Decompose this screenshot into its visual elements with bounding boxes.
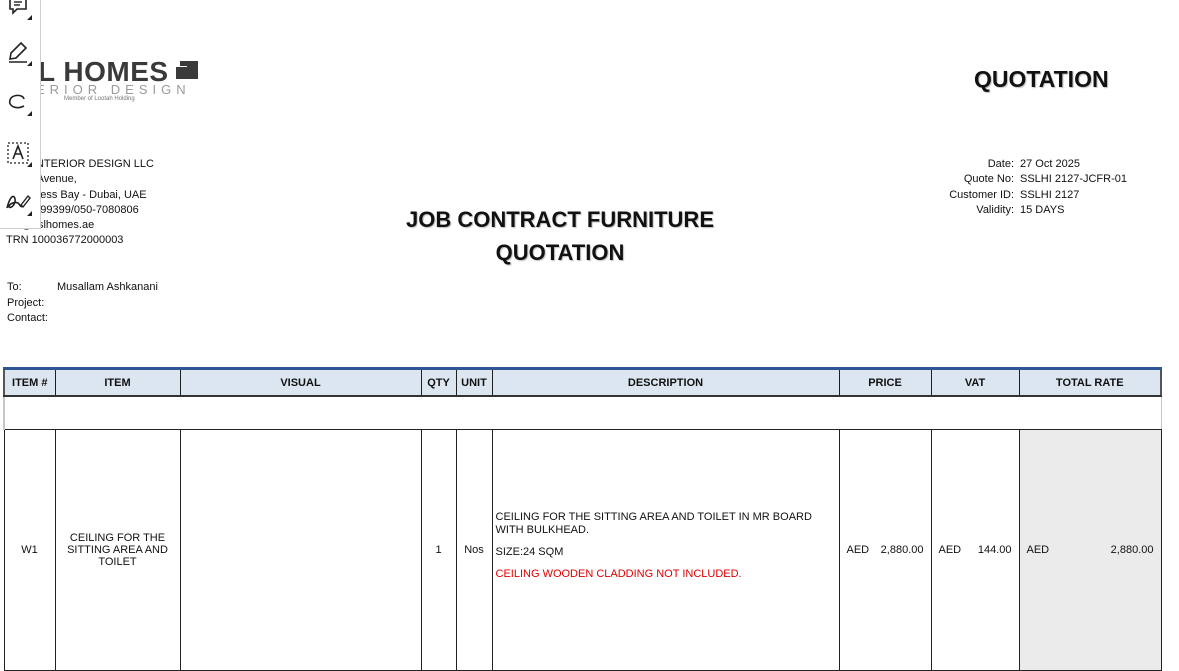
- logo-subtitle: ERIOR DESIGN: [36, 82, 191, 97]
- cell-total-rate: AED 2,880.00: [1018, 429, 1162, 671]
- date-value: 27 Oct 2025: [1020, 158, 1080, 170]
- cell-item: CEILING FOR THE SITTING AREA AND TOILET: [54, 429, 181, 671]
- document-title: QUOTATION: [974, 66, 1109, 92]
- to-label: To:: [7, 281, 22, 293]
- quote-no-value: SSLHI 2127-JCFR-01: [1020, 173, 1127, 186]
- header-total-rate: TOTAL RATE: [1018, 367, 1162, 397]
- project-label: Project:: [7, 296, 45, 309]
- description-note: CEILING WOODEN CLADDING NOT INCLUDED.: [495, 567, 742, 580]
- header-visual: VISUAL: [179, 367, 422, 397]
- cell-vat: AED 144.00: [930, 429, 1020, 671]
- spacer-cell: [3, 396, 1162, 430]
- validity-value: 15 DAYS: [1020, 203, 1065, 216]
- header-vat: VAT: [930, 367, 1020, 397]
- cell-item-no: W1: [3, 429, 56, 671]
- recipient-project-row: Project:: [7, 296, 158, 312]
- annotation-toolbar: [0, 0, 41, 229]
- logo-tagline: Member of Lootah Holding: [64, 96, 135, 102]
- draw-tool-button[interactable]: [4, 88, 32, 116]
- logo-mark-icon: [176, 61, 198, 79]
- header-unit: UNIT: [455, 367, 493, 397]
- quotation-table: ITEM # ITEM VISUAL QTY UNIT DESCRIPTION …: [3, 367, 1162, 671]
- cell-visual: [179, 429, 422, 671]
- comment-tool-button[interactable]: [4, 0, 32, 20]
- main-title: JOB CONTRACT FURNITURE QUOTATION: [380, 203, 740, 269]
- cell-qty: 1: [420, 429, 457, 671]
- header-item: ITEM: [54, 367, 181, 397]
- header-item-no: ITEM #: [3, 367, 56, 397]
- highlight-tool-button[interactable]: [4, 38, 32, 66]
- contact-label: Contact:: [7, 312, 48, 324]
- vat-currency: AED: [938, 544, 962, 556]
- description-size: SIZE:24 SQM: [495, 545, 564, 558]
- customer-id-label: Customer ID:: [949, 188, 1014, 201]
- company-trn: TRN 100036772000003: [6, 234, 124, 247]
- total-amount: 2,880.00: [1110, 544, 1154, 556]
- table-header-row: ITEM # ITEM VISUAL QTY UNIT DESCRIPTION …: [3, 367, 1162, 397]
- meta-quote-row: Quote No: SSLHI 2127-JCFR-01: [930, 172, 1127, 187]
- text-box-tool-button[interactable]: [4, 139, 32, 167]
- meta-customer-row: Customer ID: SSLHI 2127: [930, 188, 1127, 203]
- description-main: CEILING FOR THE SITTING AREA AND TOILET …: [495, 510, 812, 536]
- meta-validity-row: Validity: 15 DAYS: [930, 203, 1127, 218]
- total-currency: AED: [1026, 544, 1050, 556]
- customer-id-value: SSLHI 2127: [1020, 188, 1080, 201]
- signature-tool-button[interactable]: [4, 188, 32, 216]
- date-label: Date:: [987, 158, 1014, 170]
- to-value: Musallam Ashkanani: [57, 281, 158, 293]
- price-currency: AED: [846, 544, 870, 556]
- header-qty: QTY: [420, 367, 457, 397]
- main-title-line1: JOB CONTRACT FURNITURE: [406, 207, 714, 232]
- cell-description: CEILING FOR THE SITTING AREA AND TOILET …: [491, 429, 840, 671]
- vat-amount: 144.00: [977, 544, 1012, 556]
- cell-price: AED 2,880.00: [838, 429, 932, 671]
- cell-unit: Nos: [455, 429, 493, 671]
- validity-label: Validity:: [976, 203, 1014, 216]
- main-title-line2: QUOTATION: [495, 240, 625, 265]
- table-row: W1 CEILING FOR THE SITTING AREA AND TOIL…: [3, 429, 1162, 671]
- table-spacer-row: [3, 396, 1162, 430]
- meta-date-row: Date: 27 Oct 2025: [930, 157, 1127, 172]
- header-description: DESCRIPTION: [491, 367, 840, 397]
- comment-icon: [9, 0, 27, 15]
- recipient-block: To: Musallam Ashkanani Project: Contact:: [7, 280, 158, 327]
- recipient-contact-row: Contact:: [7, 311, 158, 327]
- price-amount: 2,880.00: [880, 544, 924, 556]
- quote-no-label: Quote No:: [963, 173, 1014, 186]
- quote-meta-block: Date: 27 Oct 2025 Quote No: SSLHI 2127-J…: [930, 157, 1127, 218]
- recipient-to-row: To: Musallam Ashkanani: [7, 280, 158, 296]
- header-price: PRICE: [838, 367, 932, 397]
